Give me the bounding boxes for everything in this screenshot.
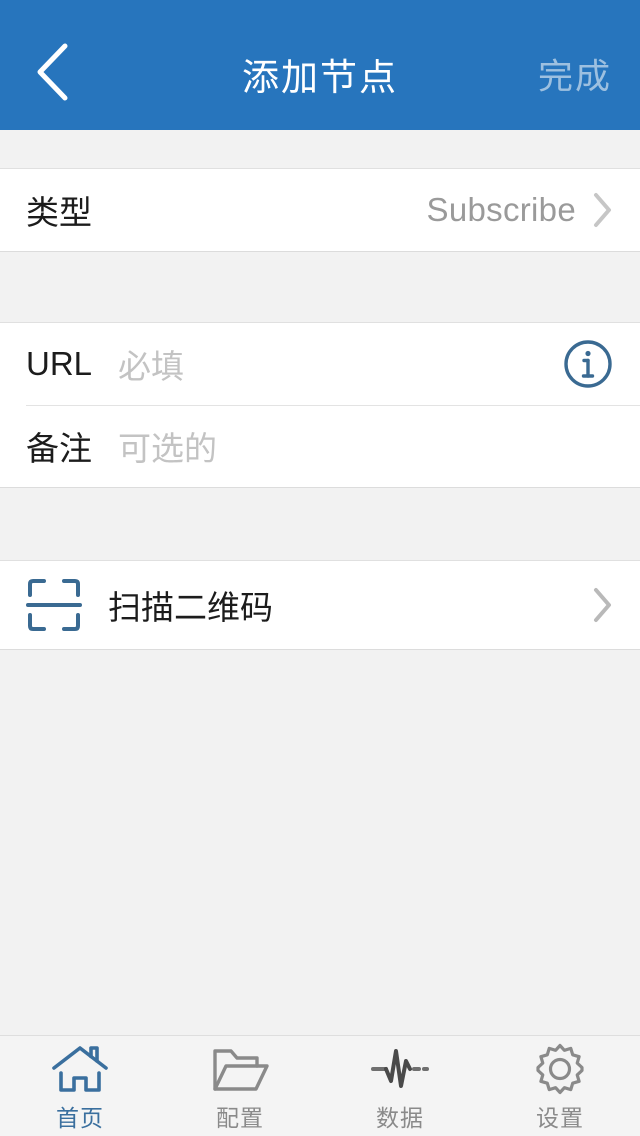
bottom-tab-bar: 首页 配置 数据 设置 (0, 1035, 640, 1136)
tab-data[interactable]: 数据 (320, 1036, 480, 1136)
type-row[interactable]: 类型 Subscribe (0, 169, 640, 251)
chevron-right-icon (592, 191, 614, 229)
tab-settings[interactable]: 设置 (480, 1036, 640, 1136)
page-title: 添加节点 (242, 57, 398, 98)
type-section: 类型 Subscribe (0, 168, 640, 252)
url-row[interactable]: URL 必填 (0, 323, 640, 405)
navigation-bar: 添加节点 完成 (0, 0, 640, 130)
info-circle-icon[interactable] (562, 338, 614, 390)
url-input[interactable]: 必填 (118, 340, 184, 388)
done-button[interactable]: 完成 (538, 49, 612, 100)
chevron-left-icon (32, 41, 72, 108)
scan-qr-label: 扫描二维码 (108, 589, 273, 626)
chevron-right-icon (592, 586, 614, 624)
tab-home[interactable]: 首页 (0, 1036, 160, 1136)
remark-row[interactable]: 备注 可选的 (0, 405, 640, 487)
qr-scan-icon (26, 577, 82, 633)
home-icon (50, 1045, 110, 1093)
folder-icon (211, 1045, 269, 1093)
fields-section: URL 必填 备注 可选的 (0, 322, 640, 488)
tab-label: 设置 (536, 1105, 584, 1131)
form-content: 类型 Subscribe URL 必填 备注 可选的 扫描二维码 (0, 130, 640, 1035)
remark-input[interactable]: 可选的 (118, 422, 217, 470)
gear-icon (533, 1043, 587, 1095)
tab-label: 数据 (376, 1105, 424, 1131)
tab-config[interactable]: 配置 (160, 1036, 320, 1136)
scan-qr-row[interactable]: 扫描二维码 (0, 561, 640, 649)
tab-label: 首页 (56, 1105, 104, 1131)
remark-label: 备注 (26, 430, 92, 467)
tab-label: 配置 (216, 1105, 264, 1131)
pulse-icon (369, 1045, 431, 1093)
type-label: 类型 (26, 194, 92, 231)
type-value: Subscribe (426, 191, 576, 228)
url-label: URL (26, 345, 93, 382)
back-button[interactable] (18, 38, 86, 110)
scan-section: 扫描二维码 (0, 560, 640, 650)
